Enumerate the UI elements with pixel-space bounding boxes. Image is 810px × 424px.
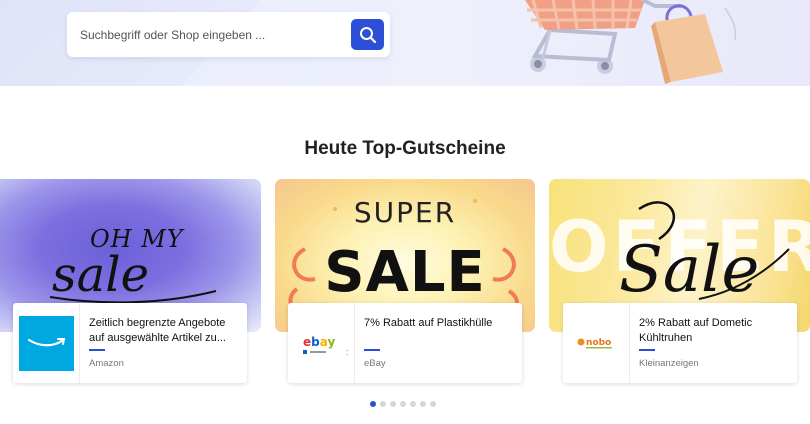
coupon-shop-name: Kleinanzeigen bbox=[639, 358, 699, 369]
pagination-dot[interactable] bbox=[410, 401, 416, 407]
coupon-card[interactable]: Zeitlich begrenzte Angebote auf ausgewäh… bbox=[13, 303, 247, 383]
coupon-title[interactable]: Zeitlich begrenzte Angebote auf ausgewäh… bbox=[89, 316, 239, 346]
accent-divider bbox=[639, 349, 655, 351]
ebay-logo-icon: ebay bbox=[303, 335, 335, 354]
amazon-logo-icon bbox=[18, 315, 74, 371]
coupon-card[interactable]: ebay : 7% Rabatt auf Plastikhülle eBay bbox=[288, 303, 522, 383]
search-button[interactable] bbox=[351, 19, 384, 50]
separator-mark: : bbox=[346, 347, 349, 357]
accent-divider bbox=[364, 349, 380, 351]
pagination-dot[interactable] bbox=[420, 401, 426, 407]
pagination-dot[interactable] bbox=[370, 401, 376, 407]
svg-text:nobo: nobo bbox=[586, 338, 611, 348]
search-input[interactable] bbox=[67, 12, 337, 57]
svg-text:SALE: SALE bbox=[324, 240, 486, 305]
shop-logo: nobo bbox=[563, 303, 630, 383]
coupon-card[interactable]: nobo 2% Rabatt auf Dometic Kühltruhen Kl… bbox=[563, 303, 797, 383]
shopping-cart-illustration bbox=[525, 0, 737, 84]
pagination-dot[interactable] bbox=[430, 401, 436, 407]
pagination-dot[interactable] bbox=[380, 401, 386, 407]
carousel-pagination bbox=[370, 401, 436, 407]
search-icon bbox=[359, 26, 376, 43]
svg-text:Sale: Sale bbox=[619, 233, 759, 307]
shop-logo: ebay : bbox=[288, 303, 355, 383]
nobo-logo-icon: nobo bbox=[577, 338, 612, 349]
coupon-title[interactable]: 7% Rabatt auf Plastikhülle bbox=[364, 316, 514, 331]
search-box bbox=[67, 12, 390, 57]
coupon-title[interactable]: 2% Rabatt auf Dometic Kühltruhen bbox=[639, 316, 789, 346]
svg-text:ebay: ebay bbox=[303, 335, 335, 349]
section-title: Heute Top-Gutscheine bbox=[304, 138, 506, 159]
svg-text:sale: sale bbox=[52, 247, 149, 303]
coupon-shop-name: Amazon bbox=[89, 358, 124, 369]
pagination-dot[interactable] bbox=[390, 401, 396, 407]
svg-text:SUPER: SUPER bbox=[354, 196, 456, 229]
hero-banner bbox=[0, 0, 810, 86]
pagination-dot[interactable] bbox=[400, 401, 406, 407]
coupon-shop-name: eBay bbox=[364, 358, 386, 369]
accent-divider bbox=[89, 349, 105, 351]
shop-logo bbox=[13, 303, 80, 383]
